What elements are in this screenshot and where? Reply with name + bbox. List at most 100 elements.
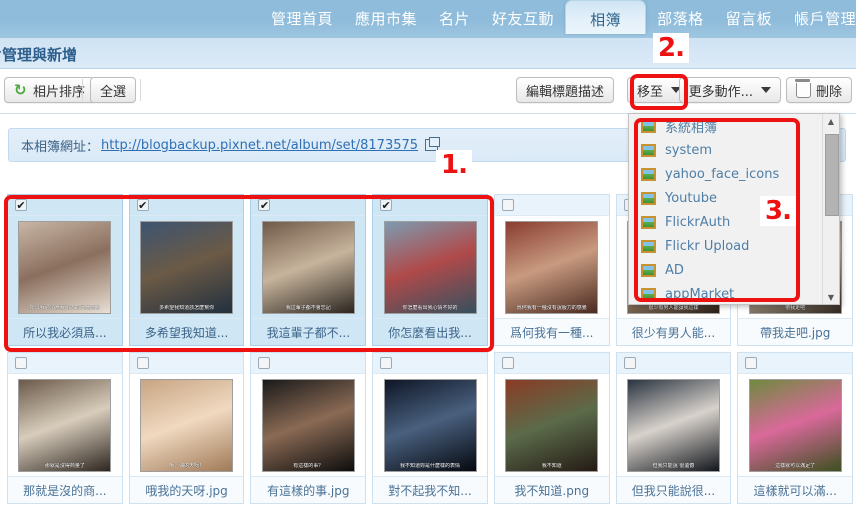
photo-caption[interactable]: 多希望我知道...: [129, 318, 244, 345]
photo-caption[interactable]: 對不起我不知...: [373, 476, 487, 503]
photo-thumbnail[interactable]: 哦，偶的天呀！: [140, 378, 234, 472]
dropdown-item-label: Youtube: [665, 190, 717, 206]
album-url-link[interactable]: http://blogbackup.pixnet.net/album/set/8…: [101, 138, 418, 153]
photo-checkbox[interactable]: [258, 357, 271, 369]
photo-cell-header: [8, 353, 122, 374]
photo-cell[interactable]: 哦，偶的天呀！ 哦我的天呀.jpg: [128, 352, 245, 504]
photo-cell[interactable]: 我不知道我不知道.png: [493, 352, 610, 504]
photo-cell[interactable]: ✔ 我這輩子都不會忘記我這輩子都不...: [250, 194, 367, 346]
photo-checkbox[interactable]: [15, 357, 27, 369]
nav-item-home[interactable]: 管理首頁: [260, 0, 344, 34]
photo-thumbnail[interactable]: 我不知道: [505, 378, 599, 472]
photo-checkbox[interactable]: [623, 357, 636, 369]
nav-item-namecard[interactable]: 名片: [428, 0, 481, 34]
toolbar-separator-1: [82, 79, 83, 101]
photo-caption[interactable]: 這樣就可以滿...: [738, 476, 853, 503]
photo-thumbnail[interactable]: 所以我必須爲我剛才的行爲道歉: [18, 220, 112, 314]
photo-subtitle-overlay: 我這輩子都不會忘記: [285, 304, 331, 311]
dropdown-scrollbar[interactable]: ▲ ▼: [822, 114, 839, 304]
photo-checkbox[interactable]: [745, 357, 758, 369]
photo-checkbox[interactable]: ✔: [136, 199, 149, 211]
edit-title-label: 編輯標題描述: [525, 84, 604, 100]
dropdown-item-label: FlickrAuth: [665, 214, 731, 230]
photo-thumbnail[interactable]: 那就是沒得商量了: [18, 378, 112, 472]
scrollbar-thumb[interactable]: [825, 134, 839, 216]
photo-cell-header: [129, 353, 244, 374]
photo-caption[interactable]: 很少有男人能...: [616, 318, 731, 345]
nav-item-guestbook[interactable]: 留言板: [715, 0, 784, 34]
photo-caption[interactable]: 所以我必須爲...: [8, 318, 122, 345]
photo-thumbnail-wrap: 多希望我知道該怎麼幫你: [129, 216, 244, 318]
photo-caption[interactable]: 但我只能說很...: [616, 476, 731, 503]
photo-cell[interactable]: 那就是沒得商量了那就是沒的商...: [7, 352, 123, 504]
photo-cell-header: ✔: [251, 195, 366, 216]
photo-thumbnail[interactable]: 我這輩子都不會忘記: [261, 220, 355, 314]
photo-cell[interactable]: 有這樣的事？ 有這樣的事.jpg: [250, 352, 367, 504]
photo-cell[interactable]: ✔ 所以我必須爲我剛才的行爲道歉所以我必須爲...: [7, 194, 123, 346]
nav-item-app-market[interactable]: 應用市集: [344, 0, 428, 34]
dropdown-item-system[interactable]: system: [629, 138, 823, 162]
annotation-number-1: 1.: [436, 150, 472, 180]
photo-checkbox[interactable]: [380, 357, 393, 369]
photo-cell[interactable]: 這樣就可以滿足了這樣就可以滿...: [737, 352, 854, 504]
photo-caption[interactable]: 爲何我有一種...: [494, 318, 609, 345]
photo-checkbox[interactable]: [501, 199, 514, 211]
select-all-button[interactable]: 全選: [90, 77, 137, 103]
photo-cell[interactable]: ✔ 你怎麼看出我心情不好的你怎麼看出我...: [372, 194, 488, 346]
scroll-down-arrow-icon[interactable]: ▼: [823, 290, 839, 304]
album-icon: [641, 167, 656, 181]
scroll-up-arrow-icon[interactable]: ▲: [823, 114, 839, 128]
photo-cell[interactable]: ✔ 多希望我知道該怎麼幫你多希望我知道...: [128, 194, 245, 346]
photo-thumbnail[interactable]: 爲何我有一種沒有說服力的感覺: [505, 220, 599, 314]
photo-caption[interactable]: 有這樣的事.jpg: [251, 476, 366, 503]
photo-cell[interactable]: 但我只能說 很遺憾但我只能說很...: [615, 352, 732, 504]
photo-cell-header: ✔: [8, 195, 122, 216]
photo-cell-header: [494, 195, 609, 216]
dropdown-item--[interactable]: 系統相簿: [629, 114, 823, 138]
photo-thumbnail[interactable]: 多希望我知道該怎麼幫你: [140, 220, 234, 314]
more-actions-button[interactable]: 更多動作...: [678, 77, 781, 103]
photo-checkbox[interactable]: ✔: [258, 199, 271, 211]
photo-thumbnail[interactable]: 我不知道妳是什麼樣的表情: [383, 378, 477, 472]
nav-item-blog[interactable]: 部落格: [646, 0, 715, 34]
dropdown-item-yahoo-face-icons[interactable]: yahoo_face_icons: [629, 162, 823, 186]
photo-thumbnail[interactable]: 這樣就可以滿足了: [748, 378, 842, 472]
photo-checkbox[interactable]: [136, 357, 149, 369]
photo-caption[interactable]: 哦我的天呀.jpg: [129, 476, 244, 503]
photo-cell-header: [373, 353, 487, 374]
nav-item-account[interactable]: 帳戶管理: [783, 0, 856, 34]
dropdown-item-label: AD: [665, 262, 684, 278]
photo-caption[interactable]: 我這輩子都不...: [251, 318, 366, 345]
photo-cell[interactable]: 我不知道妳是什麼樣的表情對不起我不知...: [372, 352, 488, 504]
toolbar-separator-2: [140, 79, 141, 101]
dropdown-item-ad[interactable]: AD: [629, 258, 823, 282]
more-actions-label: 更多動作...: [688, 84, 753, 100]
photo-cell-header: [494, 353, 609, 374]
album-dropdown-menu[interactable]: 系統相簿 system yahoo_face_icons Youtube FlickrA…: [628, 113, 840, 305]
dropdown-item-appmarket[interactable]: appMarket: [629, 282, 823, 304]
annotation-number-3: 3.: [760, 196, 796, 226]
photo-checkbox[interactable]: ✔: [15, 199, 27, 211]
photo-thumbnail[interactable]: 有這樣的事？: [261, 378, 355, 472]
photo-caption[interactable]: 那就是沒的商...: [8, 476, 122, 503]
trash-icon: [794, 78, 811, 98]
photo-caption[interactable]: 你怎麼看出我...: [373, 318, 487, 345]
photo-subtitle-overlay: 那就是沒得商量了: [44, 462, 85, 469]
page-title-band: [0, 38, 856, 69]
photo-cell[interactable]: 爲何我有一種沒有說服力的感覺爲何我有一種...: [493, 194, 610, 346]
photo-subtitle-overlay: 哦，偶的天呀！: [169, 462, 205, 469]
dropdown-item-flickr-upload[interactable]: Flickr Upload: [629, 234, 823, 258]
nav-item-friends[interactable]: 好友互動: [481, 0, 565, 34]
photo-caption[interactable]: 帶我走吧.jpg: [738, 318, 853, 345]
photo-caption[interactable]: 我不知道.png: [494, 476, 609, 503]
nav-item-album[interactable]: 相簿: [565, 0, 647, 34]
photo-cell-header: [738, 353, 853, 374]
delete-button[interactable]: 刪除: [785, 77, 852, 103]
photo-checkbox[interactable]: [501, 357, 514, 369]
delete-label: 刪除: [815, 84, 842, 100]
edit-title-description-button[interactable]: 編輯標題描述: [515, 77, 614, 103]
photo-checkbox[interactable]: ✔: [380, 199, 393, 211]
photo-thumbnail[interactable]: 你怎麼看出我心情不好的: [383, 220, 477, 314]
album-icon: [641, 287, 656, 301]
photo-thumbnail[interactable]: 但我只能說 很遺憾: [626, 378, 720, 472]
